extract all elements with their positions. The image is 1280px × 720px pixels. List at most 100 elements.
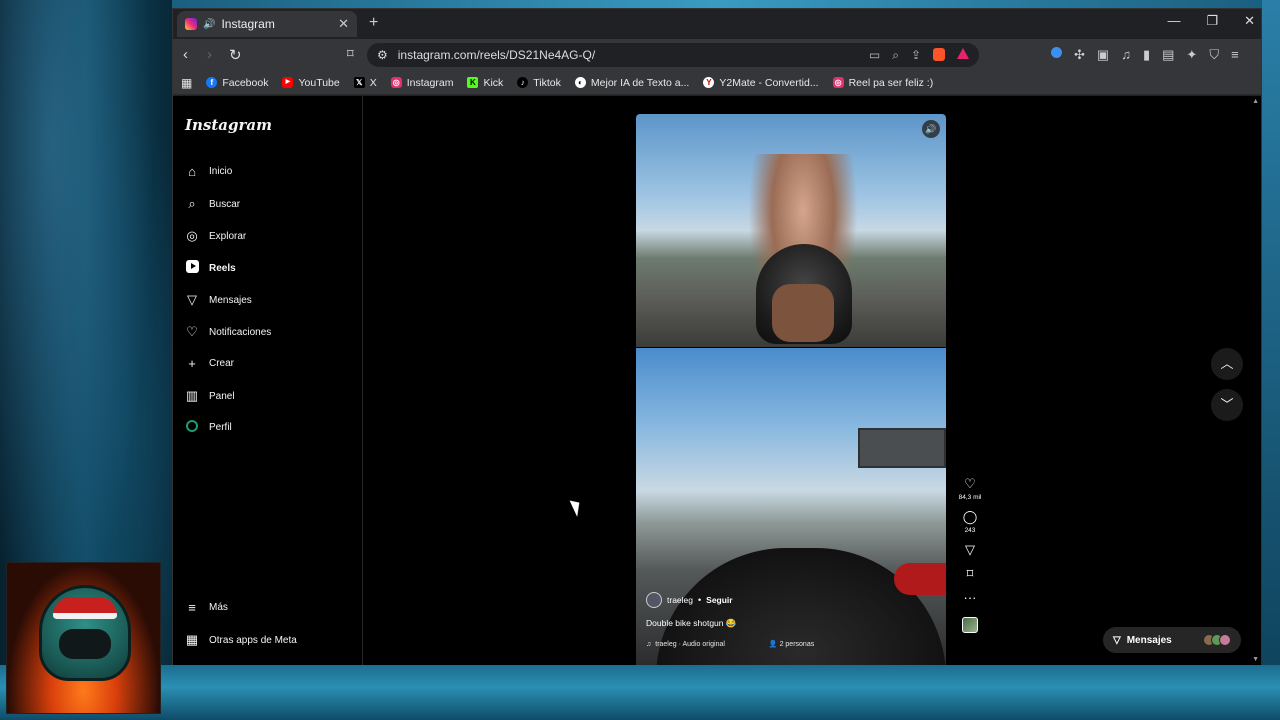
- comment-action[interactable]: ◯ 243: [963, 509, 978, 534]
- separator-dot: •: [698, 595, 702, 605]
- webcam-santa-hat: [53, 597, 117, 619]
- bookmark-label: Tiktok: [533, 76, 561, 89]
- send-icon: ▽: [1113, 634, 1121, 646]
- reload-icon[interactable]: ↻: [229, 46, 242, 64]
- instagram-page: Instagram ⌂ Inicio ⌕ Buscar ◎ Explorar Reel…: [173, 96, 1261, 665]
- close-window-button[interactable]: ✕: [1244, 13, 1255, 29]
- bookmark-x[interactable]: 𝕏X: [353, 77, 377, 89]
- window-controls: — ❐ ✕: [1167, 13, 1255, 29]
- sidebar-icon[interactable]: ▮: [1143, 47, 1150, 63]
- bookmark-instagram[interactable]: ◎ Instagram: [390, 77, 453, 89]
- save-action[interactable]: ⌑: [967, 566, 974, 582]
- webcam-avatar-face: [59, 629, 111, 659]
- sidebar-item-notificaciones[interactable]: ♡ Notificaciones: [185, 324, 271, 340]
- address-bar[interactable]: ⚙ instagram.com/reels/DS21Ne4AG-Q/ ▭ ⌕ ⇪: [367, 43, 979, 67]
- bookmark-youtube[interactable]: ▶ YouTube: [282, 77, 340, 89]
- back-arrow-icon[interactable]: ‹: [183, 46, 188, 63]
- desktop-wallpaper-bottom: [0, 665, 1280, 720]
- bookmark-label: Reel pa ser feliz :): [848, 76, 934, 89]
- apps-grid-icon[interactable]: ▦: [181, 76, 192, 90]
- bookmark-kick[interactable]: K Kick: [467, 77, 503, 89]
- follow-button[interactable]: Seguir: [706, 595, 732, 605]
- bookmark-y2mate[interactable]: Y Y2Mate - Convertid...: [703, 77, 819, 89]
- instagram-wordmark[interactable]: Instagram: [185, 116, 272, 134]
- bookmark-label: Kick: [483, 76, 504, 89]
- sidebar-item-mensajes[interactable]: ▽ Mensajes: [185, 292, 252, 308]
- menu-icon[interactable]: ≡: [1231, 47, 1239, 63]
- tagged-people-label: 2 personas: [779, 641, 815, 648]
- scroll-up-arrow-icon[interactable]: ▲: [1252, 98, 1259, 105]
- more-action[interactable]: ···: [964, 590, 977, 605]
- bookmark-reel-feliz[interactable]: ◎ Reel pa ser feliz :): [832, 76, 934, 89]
- streamer-webcam-overlay: [6, 562, 161, 714]
- heart-icon[interactable]: ♡: [964, 476, 976, 492]
- share-icon[interactable]: ⇪: [911, 48, 921, 63]
- sidebar-item-inicio[interactable]: ⌂ Inicio: [185, 164, 232, 179]
- puzzle-icon[interactable]: ✣: [1074, 47, 1085, 63]
- sidebar-item-panel[interactable]: ▥ Panel: [185, 388, 235, 404]
- chevron-down-icon[interactable]: ﹀: [1211, 389, 1243, 421]
- comment-icon[interactable]: ◯: [963, 509, 978, 525]
- reels-icon: [185, 260, 199, 276]
- reel-video[interactable]: 🔊 traeleg • Seguir Double bike shotgun 😂…: [636, 114, 946, 665]
- tiktok-icon: ♪: [517, 77, 529, 88]
- sidebar-item-reels[interactable]: Reels: [185, 260, 236, 276]
- brave-shields-icon[interactable]: [933, 47, 945, 61]
- sidebar-item-perfil[interactable]: Perfil: [185, 420, 232, 435]
- more-options-icon[interactable]: ···: [964, 590, 977, 605]
- sidebar-item-crear[interactable]: + Crear: [185, 356, 234, 371]
- leo-ai-icon[interactable]: ✦: [1186, 47, 1197, 63]
- restore-button[interactable]: ❐: [1206, 13, 1218, 29]
- site-settings-icon[interactable]: ⚙: [377, 48, 388, 62]
- tab-close-icon[interactable]: ✕: [338, 16, 349, 32]
- sidebar-item-label: Notificaciones: [209, 326, 272, 338]
- like-action[interactable]: ♡ 84,3 mil: [959, 476, 982, 501]
- vpn-icon[interactable]: ⛉: [1209, 47, 1219, 63]
- audio-playing-icon[interactable]: 🔊: [203, 19, 215, 30]
- browser-toolbar: ‹ › ↻ ⌑ ⚙ instagram.com/reels/DS21Ne4AG-…: [173, 39, 1261, 71]
- brave-rewards-icon[interactable]: [957, 47, 969, 59]
- tab-search-icon[interactable]: ▣: [1097, 47, 1109, 63]
- cast-icon[interactable]: ▭: [869, 48, 880, 63]
- compass-icon: ◎: [186, 228, 198, 243]
- tagged-people[interactable]: 👤 2 personas: [769, 640, 814, 648]
- bookmark-tiktok[interactable]: ♪ Tiktok: [517, 77, 561, 89]
- share-action[interactable]: ▽: [965, 542, 975, 558]
- reel-caption[interactable]: Double bike shotgun 😂: [646, 618, 936, 629]
- url-text[interactable]: instagram.com/reels/DS21Ne4AG-Q/: [398, 48, 859, 62]
- author-avatar[interactable]: [646, 592, 662, 608]
- sidebar-item-explorar[interactable]: ◎ Explorar: [185, 228, 246, 244]
- messages-pill-label: Mensajes: [1126, 634, 1172, 646]
- send-icon[interactable]: ▽: [965, 542, 975, 558]
- y2mate-icon: Y: [703, 77, 715, 88]
- audio-thumbnail[interactable]: [962, 617, 978, 633]
- music-note-icon: ♫: [646, 640, 652, 648]
- extension-icon[interactable]: [1051, 47, 1062, 58]
- wallet-icon[interactable]: ▤: [1162, 47, 1174, 63]
- media-icon[interactable]: ♫: [1121, 47, 1131, 63]
- audio-label[interactable]: traeleg · Audio original: [655, 641, 725, 648]
- forward-arrow-icon[interactable]: ›: [207, 46, 212, 63]
- scroll-down-arrow-icon[interactable]: ▼: [1252, 656, 1259, 663]
- minimize-button[interactable]: —: [1167, 13, 1180, 29]
- new-tab-button[interactable]: +: [369, 14, 378, 32]
- bookmark-label: Mejor IA de Texto a...: [590, 76, 690, 89]
- sidebar-item-label: Más: [209, 602, 228, 613]
- sidebar-item-mas[interactable]: ≡ Más: [185, 600, 228, 615]
- bookmark-facebook[interactable]: f Facebook: [206, 77, 268, 89]
- zoom-icon[interactable]: ⌕: [892, 48, 899, 63]
- avatar: [1219, 634, 1231, 646]
- tab-bar: 🔊 Instagram ✕ + — ❐ ✕: [173, 9, 1261, 39]
- bookmark-page-icon[interactable]: ⌑: [347, 46, 354, 62]
- bookmark-icon[interactable]: ⌑: [967, 566, 974, 582]
- sidebar: Instagram ⌂ Inicio ⌕ Buscar ◎ Explorar Reel…: [173, 96, 363, 665]
- bookmark-ia-texto[interactable]: ◐ Mejor IA de Texto a...: [574, 76, 690, 89]
- tab-instagram[interactable]: 🔊 Instagram ✕: [177, 11, 357, 37]
- volume-icon[interactable]: 🔊: [922, 120, 940, 138]
- sidebar-item-label: Inicio: [209, 166, 233, 177]
- chevron-up-icon[interactable]: ︿: [1211, 348, 1243, 380]
- author-username[interactable]: traeleg: [667, 595, 693, 605]
- messages-pill[interactable]: ▽ Mensajes: [1103, 627, 1241, 653]
- sidebar-item-buscar[interactable]: ⌕ Buscar: [185, 196, 240, 212]
- sidebar-item-meta-apps[interactable]: ▦ Otras apps de Meta: [185, 632, 297, 648]
